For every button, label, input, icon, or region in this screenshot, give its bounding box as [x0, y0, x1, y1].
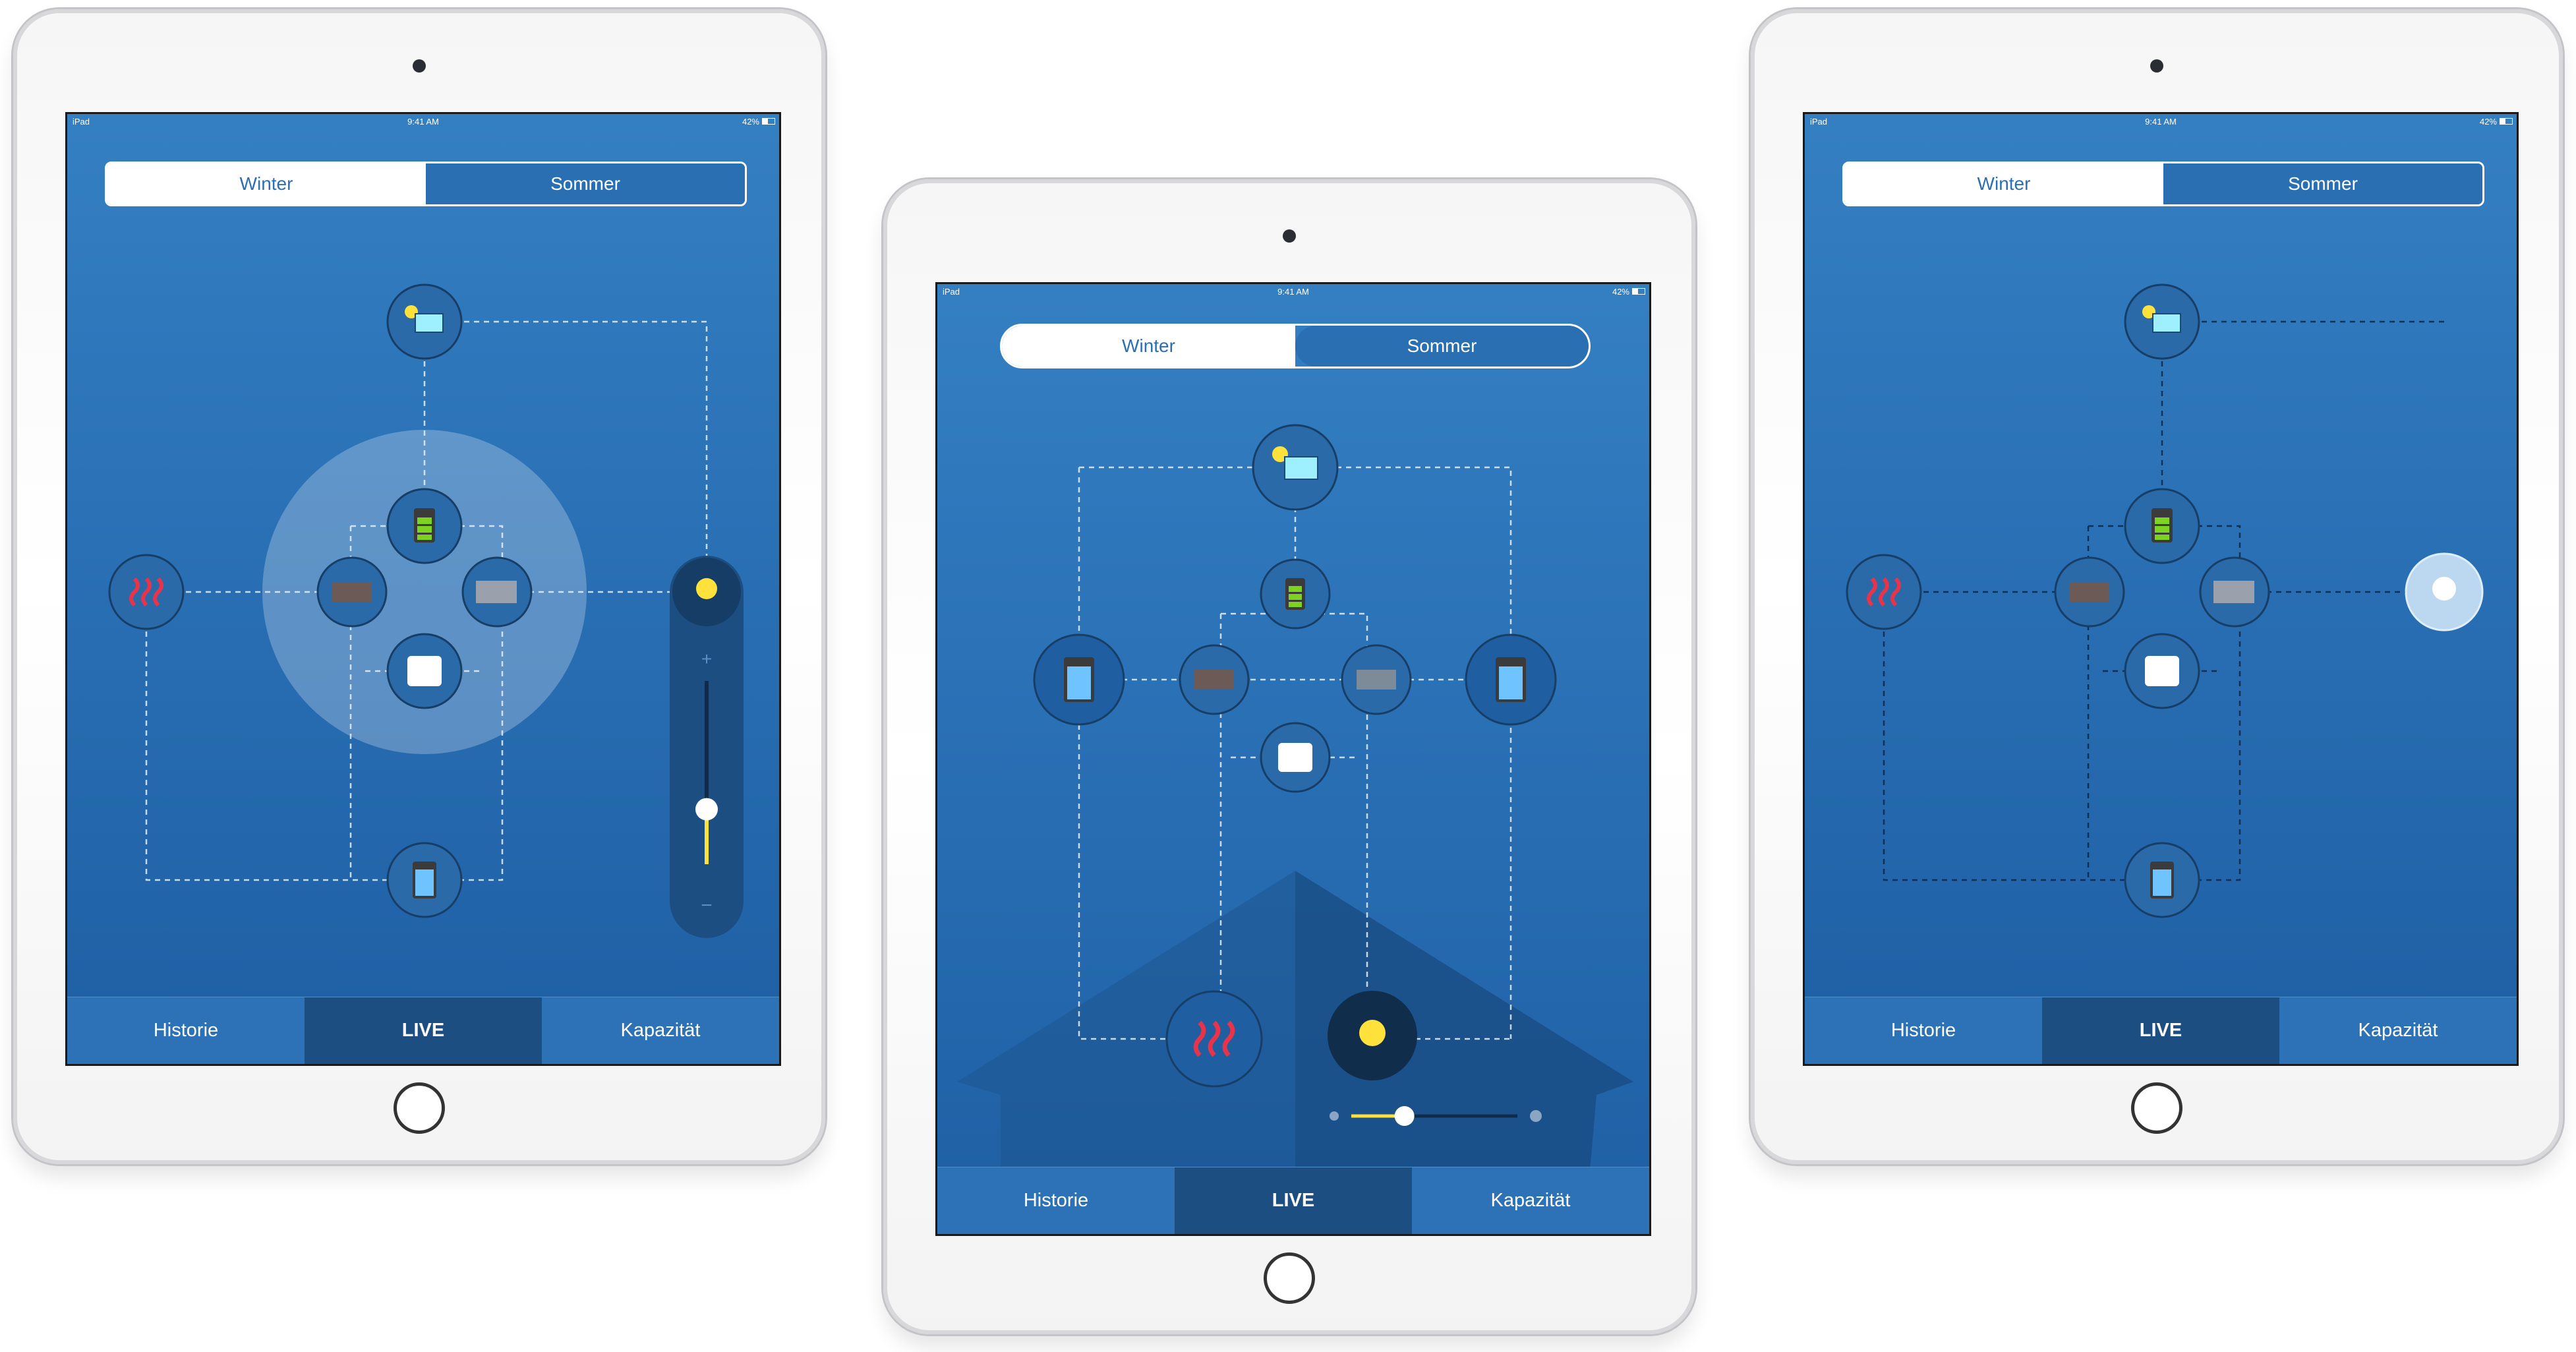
slider-minus[interactable]: − [701, 895, 713, 916]
tab-bar: Historie LIVE Kapazität [67, 997, 779, 1064]
water-boiler-node[interactable] [386, 842, 463, 918]
storage-tank-right-node[interactable] [1465, 633, 1557, 726]
tab-kapazitaet[interactable]: Kapazität [2279, 997, 2517, 1064]
solar-panel-node[interactable] [1252, 424, 1339, 511]
tab-bar: Historie LIVE Kapazität [1805, 997, 2517, 1064]
ipad-left: iPad 9:41 AM 42% Winter Sommer + − Histo… [13, 9, 825, 1164]
tab-historie[interactable]: Historie [67, 997, 305, 1064]
heat-source-node[interactable] [1846, 554, 1922, 630]
battery-node[interactable] [386, 488, 463, 564]
heater-node[interactable] [2054, 556, 2125, 628]
solar-panel-node[interactable] [2124, 283, 2200, 360]
radiator-node[interactable] [1341, 644, 1412, 715]
camera-dot [413, 59, 426, 73]
radiator-node[interactable] [2199, 556, 2270, 628]
light-bulb-icon [2432, 577, 2456, 601]
slider-knob[interactable] [695, 798, 718, 821]
energy-flow-diagram: + − [108, 283, 744, 938]
light-slider-panel: + − [670, 556, 744, 938]
slider-knob[interactable] [1394, 1106, 1415, 1126]
screen: iPad 9:41 AM 42% Winter Sommer [935, 282, 1651, 1236]
light-bulb-icon [696, 578, 717, 599]
tab-historie[interactable]: Historie [1805, 997, 2042, 1064]
camera-dot [1283, 229, 1296, 243]
home-button[interactable] [394, 1082, 445, 1134]
light-node[interactable] [2405, 552, 2484, 632]
heat-source-node[interactable] [1165, 990, 1263, 1088]
dim-bulb-icon [1330, 1111, 1339, 1121]
tab-historie[interactable]: Historie [937, 1167, 1175, 1234]
ipad-center: iPad 9:41 AM 42% Winter Sommer Historie … [883, 179, 1695, 1334]
energy-flow-diagram [957, 424, 1633, 1171]
tab-live[interactable]: LIVE [305, 997, 542, 1064]
light-node[interactable] [1328, 991, 1417, 1080]
heater-node[interactable] [1179, 644, 1250, 715]
home-button[interactable] [1264, 1252, 1315, 1304]
tab-kapazitaet[interactable]: Kapazität [542, 997, 779, 1064]
home-button[interactable] [2131, 1082, 2182, 1134]
floor-heating-node[interactable] [2124, 633, 2200, 709]
energy-flow-diagram [1846, 283, 2484, 918]
tab-bar: Historie LIVE Kapazität [937, 1167, 1649, 1234]
heat-source-node[interactable] [108, 554, 185, 630]
slider-plus[interactable]: + [701, 649, 712, 669]
solar-panel-node[interactable] [386, 283, 463, 360]
tab-live[interactable]: LIVE [2042, 997, 2279, 1064]
water-boiler-node[interactable] [2124, 842, 2200, 918]
floor-heating-node[interactable] [1260, 722, 1331, 793]
radiator-node[interactable] [461, 556, 533, 628]
storage-tank-left-node[interactable] [1033, 633, 1125, 726]
floor-heating-node[interactable] [386, 633, 463, 709]
tab-kapazitaet[interactable]: Kapazität [1412, 1167, 1649, 1234]
heater-node[interactable] [316, 556, 388, 628]
screen: iPad 9:41 AM 42% Winter Sommer [1803, 112, 2519, 1066]
bright-bulb-icon [1530, 1110, 1542, 1122]
tab-live[interactable]: LIVE [1175, 1167, 1412, 1234]
light-bulb-icon [1359, 1020, 1386, 1046]
battery-node[interactable] [2124, 488, 2200, 564]
ipad-right: iPad 9:41 AM 42% Winter Sommer Historie … [1751, 9, 2563, 1164]
camera-dot [2150, 59, 2163, 73]
battery-node[interactable] [1260, 558, 1331, 630]
screen: iPad 9:41 AM 42% Winter Sommer [65, 112, 781, 1066]
